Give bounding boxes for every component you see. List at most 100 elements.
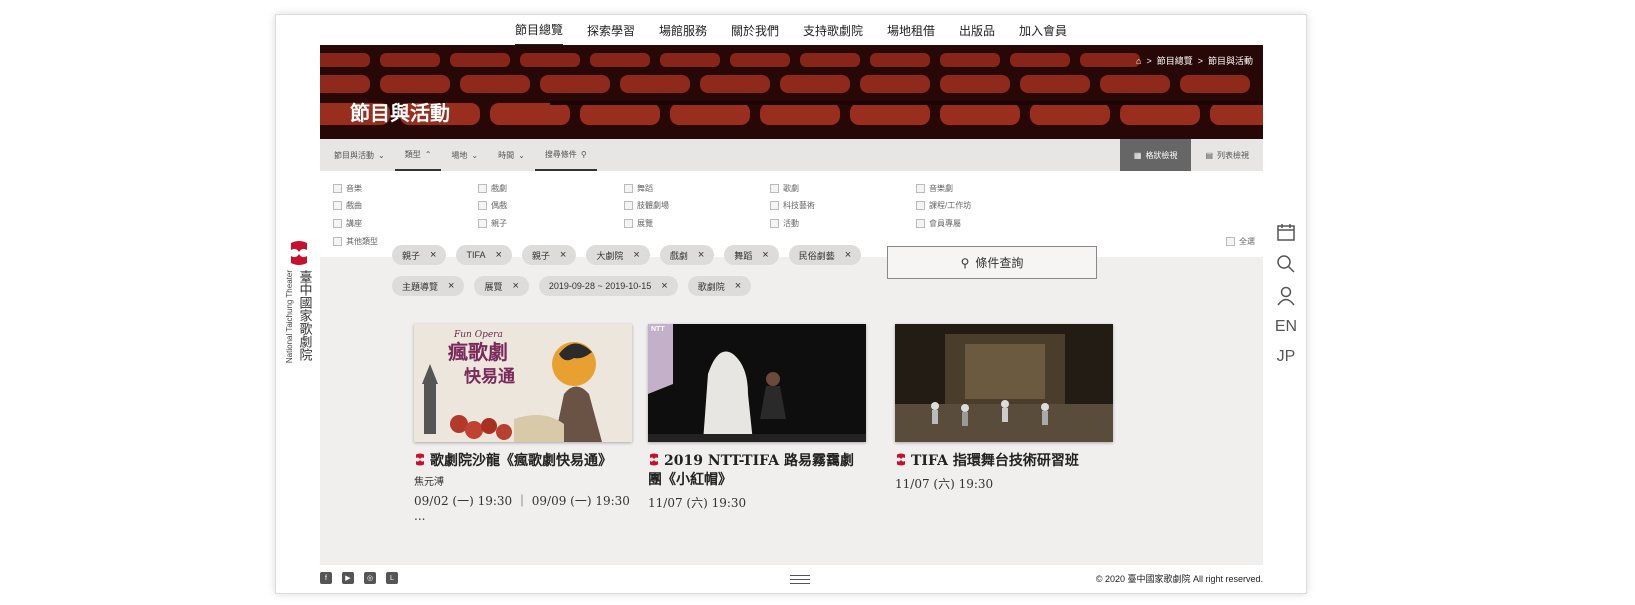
option-checkbox[interactable]: 會員專屬 <box>916 218 961 229</box>
line-icon[interactable]: L <box>386 572 398 584</box>
filter-label: 搜尋條件 <box>544 149 577 159</box>
nav-support[interactable]: 支持歌劇院 <box>803 16 863 45</box>
menu-icon[interactable] <box>790 572 810 587</box>
breadcrumb-sep: > <box>1146 55 1152 66</box>
close-icon[interactable]: × <box>661 280 667 292</box>
filter-tag: 親子 × <box>392 245 447 265</box>
close-icon[interactable]: × <box>735 280 741 292</box>
nav-about[interactable]: 關於我們 <box>731 16 779 45</box>
filter-bar: 節目與活動 ⌄ 類型 ⌃ 場地 ⌄ 時間 ⌄ 搜尋條件 ⚲ ▦ 格狀檢視 ▤ 列… <box>320 139 1263 171</box>
brand-icon <box>416 453 424 466</box>
close-icon[interactable]: × <box>762 249 768 261</box>
page-frame: 節目總覽 探索學習 場館服務 關於我們 支持歌劇院 場地租借 出版品 加入會員 … <box>275 14 1307 594</box>
filter-tag: 2019-09-28 ~ 2019-10-15 × <box>538 276 678 296</box>
page-banner: ⌂ > 節目總覽 > 節目與活動 節目與活動 <box>320 45 1263 139</box>
close-icon[interactable]: × <box>845 249 851 261</box>
ntt-label: NTT <box>651 326 665 333</box>
breadcrumb-item-programs[interactable]: 節目總覽 <box>1157 54 1193 67</box>
filter-time[interactable]: 時間 ⌄ <box>488 139 535 171</box>
instagram-icon[interactable]: ◎ <box>364 572 376 584</box>
poster-title-1: 瘋歌劇 <box>448 340 508 364</box>
card-title[interactable]: 歌劇院沙龍《瘋歌劇快易通》 <box>414 452 632 471</box>
active-filter-tags: 親子 × TIFA × 親子 × 大劇院 × 戲劇 × 舞蹈 × 民俗劇藝 × 主題導覽 × 展… <box>392 245 862 296</box>
chevron-up-icon: ⌃ <box>424 149 432 159</box>
grid-view-button[interactable]: ▦ 格狀檢視 <box>1119 139 1192 171</box>
option-checkbox[interactable]: 親子 <box>478 218 507 229</box>
program-thumbnail[interactable]: NTT <box>648 324 866 442</box>
facebook-icon[interactable]: f <box>320 572 332 584</box>
nav-programs[interactable]: 節目總覽 <box>514 15 563 45</box>
card-subtitle: 焦元溥 <box>414 477 444 488</box>
nav-membership[interactable]: 加入會員 <box>1019 16 1067 45</box>
close-icon[interactable]: × <box>698 249 704 261</box>
close-icon[interactable]: × <box>512 280 518 292</box>
card-title[interactable]: 2019 NTT-TIFA 路易霧靄劇團《小紅帽》 <box>648 452 866 490</box>
nav-services[interactable]: 場館服務 <box>659 16 707 45</box>
user-icon[interactable] <box>1276 286 1296 306</box>
calendar-icon[interactable] <box>1276 222 1296 242</box>
home-icon[interactable]: ⌂ <box>1136 56 1141 66</box>
option-checkbox[interactable]: 音樂劇 <box>916 183 953 194</box>
lang-en-link[interactable]: EN <box>1275 318 1297 336</box>
filter-type[interactable]: 類型 ⌃ <box>394 139 442 171</box>
close-icon[interactable]: × <box>633 249 639 261</box>
card-date: 09/02 (一) 19:30 ｜ 09/09 (一) 19:30 ... <box>414 494 630 523</box>
footer: f ▶ ◎ L © 2020 臺中國家歌劇院 All right reserve… <box>320 568 1263 588</box>
page-title: 節目與活動 <box>350 101 450 125</box>
option-checkbox[interactable]: 偶戲 <box>478 200 507 211</box>
filter-tag: 民俗劇藝 × <box>788 245 862 265</box>
option-checkbox[interactable]: 戲曲 <box>333 200 362 211</box>
option-checkbox[interactable]: 課程/工作坊 <box>916 200 971 211</box>
query-button[interactable]: ⚲ 條件查詢 <box>887 246 1097 279</box>
youtube-icon[interactable]: ▶ <box>342 572 354 584</box>
filter-venue[interactable]: 場地 ⌄ <box>441 139 488 171</box>
search-icon[interactable] <box>1276 254 1296 274</box>
list-icon: ▤ <box>1205 150 1213 160</box>
nav-learning[interactable]: 探索學習 <box>587 16 635 45</box>
chevron-down-icon: ⌄ <box>471 150 479 160</box>
card-date: 11/07 (六) 19:30 <box>648 496 747 510</box>
program-card[interactable]: NTT 2019 NTT-TIFA 路易霧靄劇團《小紅帽》 11/07 (六) … <box>648 324 866 511</box>
close-icon[interactable]: × <box>560 249 566 261</box>
chevron-down-icon: ⌄ <box>518 150 525 160</box>
close-icon[interactable]: × <box>430 249 436 261</box>
filter-search[interactable]: 搜尋條件 ⚲ <box>534 139 597 171</box>
side-toolbar: EN JP <box>1272 222 1300 366</box>
lang-jp-link[interactable]: JP <box>1277 348 1296 366</box>
option-checkbox[interactable]: 舞蹈 <box>624 183 653 194</box>
filter-tag: 展覽 × <box>474 276 529 296</box>
card-title[interactable]: TIFA 指環舞台技術研習班 <box>895 452 1113 471</box>
filter-label: 節目與活動 <box>334 150 374 160</box>
logo-en-text: National Taichung Theater <box>284 270 294 364</box>
program-thumbnail[interactable] <box>895 324 1113 442</box>
list-view-button[interactable]: ▤ 列表檢視 <box>1191 139 1263 171</box>
poster-title-2: 快易通 <box>464 367 515 387</box>
site-logo[interactable]: 臺中國家歌劇院 National Taichung Theater <box>284 240 312 364</box>
option-checkbox[interactable]: 講座 <box>333 218 362 229</box>
close-icon[interactable]: × <box>448 280 454 292</box>
stage-workshop-image <box>895 324 1113 442</box>
close-icon[interactable]: × <box>495 249 501 261</box>
option-checkbox[interactable]: 戲劇 <box>478 183 507 194</box>
option-checkbox[interactable]: 活動 <box>770 218 799 229</box>
program-card[interactable]: TIFA 指環舞台技術研習班 11/07 (六) 19:30 <box>895 324 1113 492</box>
option-checkbox[interactable]: 肢體劇場 <box>624 200 669 211</box>
card-date: 11/07 (六) 19:30 <box>895 477 994 491</box>
program-card[interactable]: Fun Opera 瘋歌劇 快易通 歌劇院沙龍《瘋歌劇快易通》 焦元溥 09/0… <box>414 324 632 523</box>
select-all-checkbox[interactable]: 全選 <box>1226 236 1255 247</box>
filter-tag: 歌劇院 × <box>687 276 752 296</box>
top-nav: 節目總覽 探索學習 場館服務 關於我們 支持歌劇院 場地租借 出版品 加入會員 <box>276 15 1306 45</box>
little-red-riding-hood-image <box>648 324 866 442</box>
option-checkbox[interactable]: 其他類型 <box>333 236 378 247</box>
nav-rental[interactable]: 場地租借 <box>887 16 935 45</box>
option-checkbox[interactable]: 科技藝術 <box>770 200 815 211</box>
breadcrumb-item-current: 節目與活動 <box>1207 56 1253 66</box>
program-thumbnail[interactable]: Fun Opera 瘋歌劇 快易通 <box>414 324 632 442</box>
option-checkbox[interactable]: 展覽 <box>624 218 653 229</box>
option-checkbox[interactable]: 歌劇 <box>770 183 799 194</box>
filter-category[interactable]: 節目與活動 ⌄ <box>320 139 395 171</box>
option-checkbox[interactable]: 音樂 <box>333 183 362 194</box>
chevron-down-icon: ⌄ <box>378 150 385 160</box>
nav-publications[interactable]: 出版品 <box>959 16 995 45</box>
grid-view-label: 格狀檢視 <box>1145 150 1178 160</box>
